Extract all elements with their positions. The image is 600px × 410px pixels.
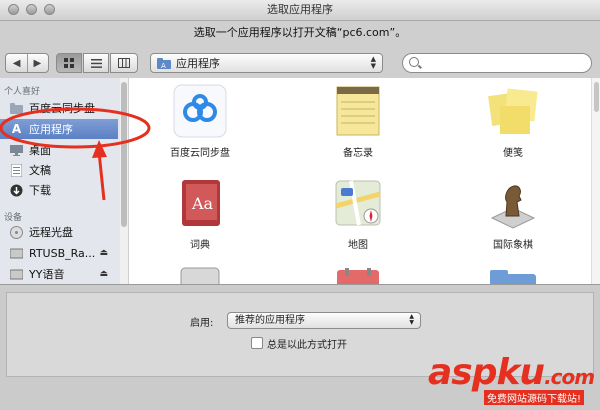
annotation-arrow-head: [92, 140, 107, 158]
always-open-checkbox[interactable]: [251, 337, 263, 349]
watermark-subtitle: 免费网站源码下载站!: [484, 390, 585, 405]
annotation-arrow-line: [97, 151, 106, 201]
enable-select-value: 推荐的应用程序: [235, 315, 305, 326]
enable-select[interactable]: 推荐的应用程序 ▲ ▼: [227, 312, 421, 329]
select-arrows-icon: ▲ ▼: [409, 313, 414, 326]
enable-label: 启用:: [190, 318, 214, 329]
annotation-ellipse: [0, 107, 151, 149]
watermark-logo: aspku.com: [428, 352, 595, 393]
always-open-label: 总是以此方式打开: [267, 340, 347, 351]
